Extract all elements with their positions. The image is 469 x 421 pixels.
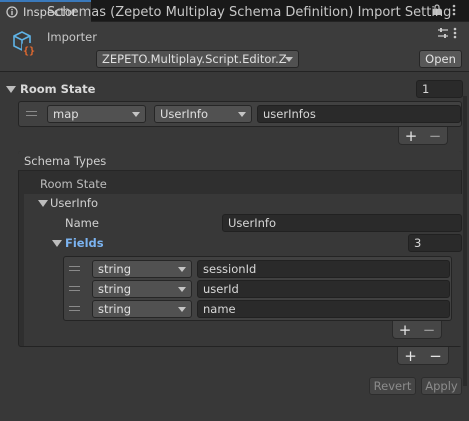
field-type-dropdown[interactable]: string	[92, 300, 192, 318]
userinfo-label: UserInfo	[50, 196, 98, 210]
schema-name-field[interactable]: UserInfo	[222, 214, 462, 232]
field-type-value: string	[98, 302, 132, 316]
schema-file-icon: {}	[9, 29, 39, 62]
importer-label: Importer	[47, 30, 97, 44]
open-button[interactable]: Open	[419, 50, 462, 68]
room-state-valuetype-value: UserInfo	[160, 107, 208, 121]
room-state-type-value: map	[53, 107, 79, 121]
room-state-valuetype-dropdown[interactable]: UserInfo	[154, 105, 252, 123]
scrollbar[interactable]	[463, 96, 467, 386]
chevron-down-icon	[285, 57, 293, 62]
schema-types-add-remove: + −	[397, 347, 449, 365]
drag-handle-icon[interactable]	[69, 286, 80, 291]
remove-button[interactable]: −	[429, 347, 442, 365]
chevron-down-icon	[178, 307, 186, 312]
room-state-name-field[interactable]: userInfos	[257, 105, 461, 123]
revert-button[interactable]: Revert	[369, 377, 416, 395]
remove-button[interactable]: −	[423, 321, 436, 339]
schema-types-label: Schema Types	[24, 153, 107, 168]
room-state-add-remove: + −	[398, 127, 448, 145]
add-button[interactable]: +	[404, 347, 417, 365]
svg-text:{}: {}	[23, 46, 35, 57]
chevron-down-icon	[178, 287, 186, 292]
importer-value: ZEPETO.Multiplay.Script.Editor.Z	[102, 52, 287, 66]
apply-button[interactable]: Apply	[421, 377, 462, 395]
field-type-value: string	[98, 262, 132, 276]
kebab-menu-icon[interactable]	[452, 4, 456, 19]
remove-button[interactable]: −	[429, 127, 442, 145]
drag-handle-icon[interactable]	[69, 306, 80, 311]
foldout-arrow-icon[interactable]	[38, 200, 48, 207]
drag-handle-icon[interactable]	[69, 266, 80, 271]
name-label: Name	[65, 216, 99, 230]
header-kebab-icon[interactable]	[453, 27, 457, 42]
field-type-value: string	[98, 282, 132, 296]
foldout-arrow-icon[interactable]	[6, 86, 16, 93]
field-type-dropdown[interactable]: string	[92, 280, 192, 298]
field-type-dropdown[interactable]: string	[92, 260, 192, 278]
info-icon	[6, 6, 18, 18]
drag-handle-icon[interactable]	[26, 111, 37, 116]
field-name-input[interactable]: userId	[197, 280, 450, 298]
importer-dropdown[interactable]: ZEPETO.Multiplay.Script.Editor.Z	[96, 50, 299, 68]
field-name-input[interactable]: name	[197, 300, 450, 318]
chevron-down-icon	[132, 112, 140, 117]
fields-label: Fields	[65, 236, 104, 250]
add-button[interactable]: +	[405, 127, 418, 145]
schema-room-state-label: Room State	[40, 177, 107, 191]
chevron-down-icon	[238, 112, 246, 117]
sliders-icon[interactable]	[437, 27, 449, 42]
chevron-down-icon	[178, 267, 186, 272]
header-title: Schemas (Zepeto Multiplay Schema Definit…	[47, 5, 452, 20]
room-state-label: Room State	[20, 82, 96, 96]
fields-count-field[interactable]: 3	[408, 234, 462, 252]
room-state-type-dropdown[interactable]: map	[47, 105, 146, 123]
add-button[interactable]: +	[399, 321, 412, 339]
fields-add-remove: + −	[392, 321, 442, 339]
field-name-input[interactable]: sessionId	[197, 260, 450, 278]
room-state-size-field[interactable]: 1	[416, 80, 463, 98]
foldout-arrow-icon[interactable]	[52, 240, 62, 247]
schema-types-header: Schema Types	[18, 151, 462, 171]
